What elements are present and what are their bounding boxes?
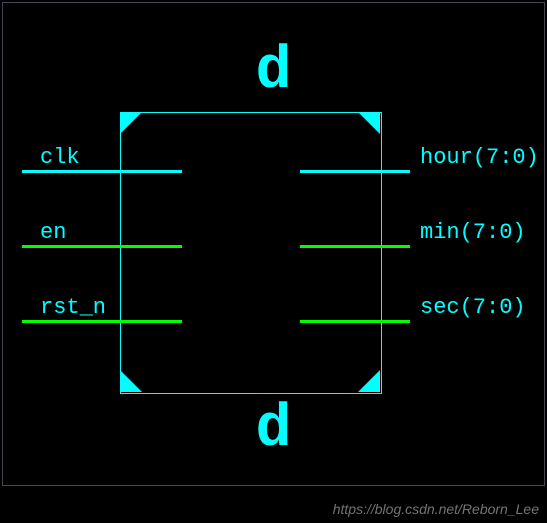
output-port-label-hour: hour(7:0) (420, 145, 539, 170)
schematic-canvas: d clk en rst_n hour(7:0) min(7:0) sec(7:… (0, 0, 547, 523)
input-port-wire-rst-n (22, 320, 182, 323)
output-port-label-sec: sec(7:0) (420, 295, 526, 320)
watermark-text: https://blog.csdn.net/Reborn_Lee (333, 501, 539, 517)
input-port-label-en: en (40, 220, 66, 245)
output-port-wire-hour (300, 170, 410, 173)
input-port-label-rst-n: rst_n (40, 295, 106, 320)
input-port-wire-clk (22, 170, 182, 173)
module-title-top: d (0, 42, 547, 102)
corner-marker-br (358, 370, 380, 392)
corner-marker-bl (120, 370, 142, 392)
output-port-label-min: min(7:0) (420, 220, 526, 245)
input-port-label-clk: clk (40, 145, 80, 170)
module-block (120, 112, 382, 394)
output-port-wire-sec (300, 320, 410, 323)
corner-marker-tr (358, 112, 380, 134)
module-title-bottom: d (0, 400, 547, 460)
corner-marker-tl (120, 112, 142, 134)
input-port-wire-en (22, 245, 182, 248)
output-port-wire-min (300, 245, 410, 248)
